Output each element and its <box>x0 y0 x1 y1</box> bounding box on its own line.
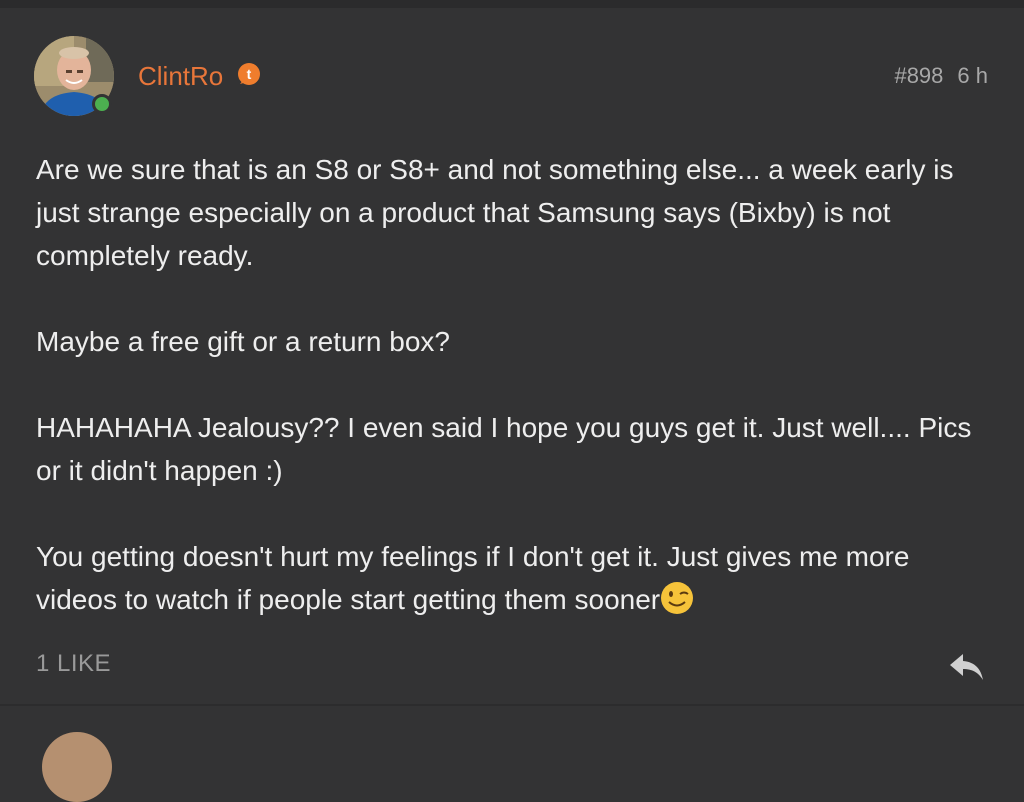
post-number[interactable]: #898 <box>894 63 943 88</box>
next-post-preview <box>0 706 1024 802</box>
post-body: Are we sure that is an S8 or S8+ and not… <box>36 148 986 621</box>
top-edge-bar <box>0 0 1024 8</box>
reply-icon[interactable] <box>948 650 986 684</box>
next-post-avatar[interactable] <box>42 732 112 802</box>
post-time: 6 h <box>957 63 988 88</box>
post-paragraph: Are we sure that is an S8 or S8+ and not… <box>36 154 954 271</box>
author-name[interactable]: ClintRo <box>138 60 223 92</box>
forum-post: ClintRo t #898 6 h Are we sure that is an… <box>0 8 1024 704</box>
online-status-indicator <box>92 94 112 114</box>
post-paragraph-text: You getting doesn't hurt my feelings if … <box>36 541 910 615</box>
wink-emoji-icon <box>661 582 694 614</box>
svg-text:t: t <box>247 66 252 82</box>
post-paragraph: Maybe a free gift or a return box? <box>36 326 450 357</box>
like-count[interactable]: 1 LIKE <box>36 650 111 678</box>
post-paragraph-last: You getting doesn't hurt my feelings if … <box>36 535 986 621</box>
post-paragraph: HAHAHAHA Jealousy?? I even said I hope y… <box>36 412 972 486</box>
tapatalk-badge-icon: t <box>238 63 260 85</box>
post-meta: #898 6 h <box>894 62 988 90</box>
